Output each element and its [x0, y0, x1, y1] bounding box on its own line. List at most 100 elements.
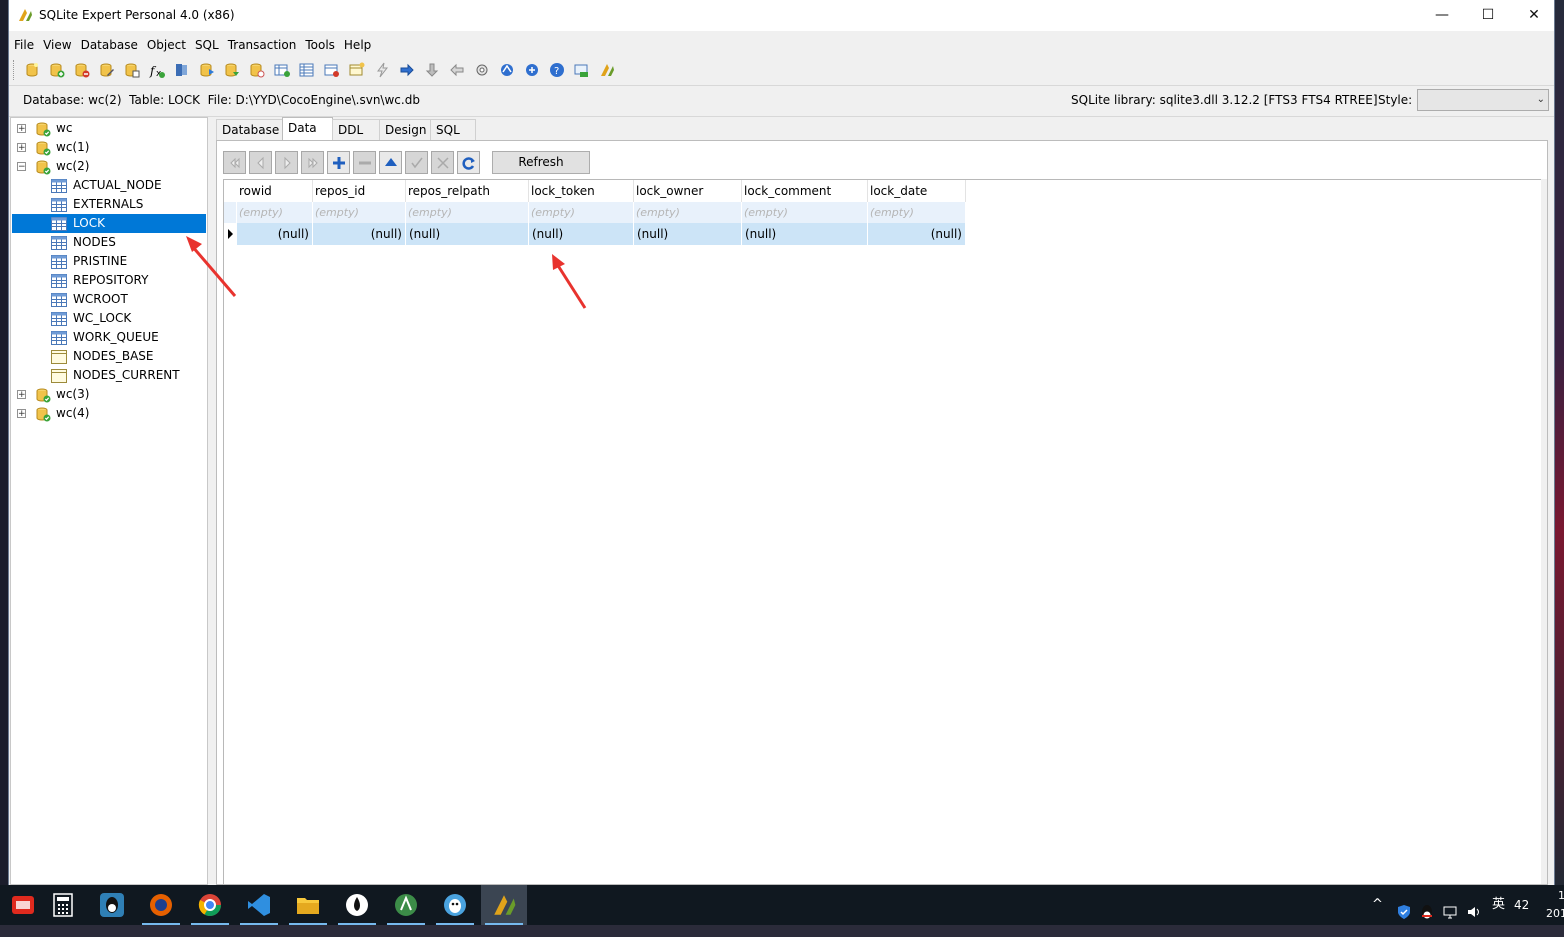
qq-tray-icon[interactable]	[1420, 897, 1434, 919]
menu-object[interactable]: Object	[143, 35, 190, 55]
sqlite-expert-icon[interactable]	[481, 885, 527, 925]
tree-table-wcroot[interactable]: WCROOT	[51, 290, 206, 309]
security-shield-icon[interactable]	[1396, 897, 1412, 919]
tree-table-wc-lock[interactable]: WC_LOCK	[51, 309, 206, 328]
tree-table-work-queue[interactable]: WORK_QUEUE	[51, 328, 206, 347]
settings-icon[interactable]	[473, 61, 491, 79]
column-header-lock-date[interactable]: lock_date	[868, 180, 966, 202]
menu-help[interactable]: Help	[340, 35, 375, 55]
new-table-icon[interactable]	[123, 61, 141, 79]
menu-database[interactable]: Database	[77, 35, 142, 55]
collapse-icon[interactable]: −	[17, 162, 26, 172]
import-icon[interactable]	[198, 61, 216, 79]
backup-icon[interactable]	[173, 61, 191, 79]
move-right-icon[interactable]	[398, 61, 416, 79]
new-index-icon[interactable]	[273, 61, 291, 79]
attach-database-icon[interactable]	[48, 61, 66, 79]
column-header-repos-relpath[interactable]: repos_relpath	[406, 180, 529, 202]
tree-table-lock[interactable]: LOCK	[12, 214, 206, 233]
refresh-button[interactable]: Refresh	[492, 151, 590, 174]
tree-view-nodes-base[interactable]: NODES_BASE	[51, 347, 206, 366]
new-view-icon[interactable]	[323, 61, 341, 79]
tree-view-nodes-current[interactable]: NODES_CURRENT	[51, 366, 206, 385]
weather-temp[interactable]: 42	[1514, 885, 1529, 925]
android-studio-icon[interactable]	[383, 885, 429, 925]
column-header-rowid[interactable]: rowid	[237, 180, 313, 202]
filter-cell[interactable]: (empty)	[237, 202, 313, 223]
firefox-icon[interactable]	[138, 885, 184, 925]
column-header-lock-owner[interactable]: lock_owner	[634, 180, 742, 202]
table-cell[interactable]: (null)	[313, 223, 406, 245]
table-cell[interactable]: (null)	[406, 223, 529, 245]
tree-table-nodes[interactable]: NODES	[51, 233, 206, 252]
calculator-icon[interactable]	[40, 885, 86, 925]
sql-icon[interactable]	[248, 61, 266, 79]
move-down-icon[interactable]	[423, 61, 441, 79]
first-record-icon[interactable]	[223, 151, 246, 174]
refresh-data-icon[interactable]	[457, 151, 480, 174]
filter-cell[interactable]: (empty)	[742, 202, 868, 223]
table-cell[interactable]: (null)	[868, 223, 966, 245]
new-database-icon[interactable]	[23, 61, 41, 79]
cancel-edit-icon[interactable]	[431, 151, 454, 174]
add-record-icon[interactable]	[327, 151, 350, 174]
help-icon[interactable]: ?	[548, 61, 566, 79]
connect-icon[interactable]	[523, 61, 541, 79]
expand-icon[interactable]: +	[17, 143, 26, 153]
post-edit-icon[interactable]	[405, 151, 428, 174]
menu-tools[interactable]: Tools	[301, 35, 339, 55]
lightning-icon[interactable]	[373, 61, 391, 79]
volume-icon[interactable]	[1466, 897, 1482, 917]
expand-icon[interactable]: +	[17, 390, 26, 400]
file-explorer-icon[interactable]	[285, 885, 331, 925]
tray-chevron-icon[interactable]: ^	[1372, 885, 1383, 925]
tools-icon[interactable]	[498, 61, 516, 79]
clock[interactable]: 1 201	[1546, 887, 1564, 923]
delete-record-icon[interactable]	[353, 151, 376, 174]
menu-view[interactable]: View	[39, 35, 75, 55]
new-trigger-icon[interactable]	[348, 61, 366, 79]
tab-database[interactable]: Database	[216, 119, 283, 140]
prior-record-icon[interactable]	[249, 151, 272, 174]
menu-file[interactable]: File	[10, 35, 38, 55]
last-record-icon[interactable]	[301, 151, 324, 174]
column-header-lock-token[interactable]: lock_token	[529, 180, 634, 202]
qq-icon[interactable]	[89, 885, 135, 925]
table-cell[interactable]: (null)	[237, 223, 313, 245]
filter-cell[interactable]: (empty)	[406, 202, 529, 223]
tree-table-pristine[interactable]: PRISTINE	[51, 252, 206, 271]
inkscape-icon[interactable]	[334, 885, 380, 925]
new-function-icon[interactable]: fx	[148, 61, 166, 79]
vacuum-icon[interactable]	[573, 61, 591, 79]
filter-cell[interactable]: (empty)	[529, 202, 634, 223]
menu-sql[interactable]: SQL	[191, 35, 223, 55]
chrome-icon[interactable]	[187, 885, 233, 925]
tree-table-actual-node[interactable]: ACTUAL_NODE	[51, 176, 206, 195]
tree-table-externals[interactable]: EXTERNALS	[51, 195, 206, 214]
minimize-button[interactable]: —	[1419, 0, 1465, 31]
tab-ddl[interactable]: DDL	[332, 119, 380, 140]
detach-database-icon[interactable]	[73, 61, 91, 79]
expand-icon[interactable]: +	[17, 409, 26, 419]
close-button[interactable]: ✕	[1511, 0, 1557, 31]
column-header-repos-id[interactable]: repos_id	[313, 180, 406, 202]
move-up-icon[interactable]	[379, 151, 402, 174]
qq-tim-icon[interactable]	[432, 885, 478, 925]
table-cell[interactable]: (null)	[742, 223, 868, 245]
table-design-icon[interactable]	[298, 61, 316, 79]
vertical-scrollbar[interactable]	[1541, 179, 1547, 884]
move-left-icon[interactable]	[448, 61, 466, 79]
ime-indicator[interactable]: 英	[1492, 885, 1505, 925]
about-icon[interactable]	[598, 61, 616, 79]
column-header-lock-comment[interactable]: lock_comment	[742, 180, 868, 202]
style-select[interactable]: ⌄	[1417, 89, 1549, 111]
filter-cell[interactable]: (empty)	[868, 202, 966, 223]
visual-studio-icon[interactable]	[236, 885, 282, 925]
table-cell[interactable]: (null)	[634, 223, 742, 245]
table-cell[interactable]: (null)	[529, 223, 634, 245]
expand-icon[interactable]: +	[17, 124, 26, 134]
tab-design[interactable]: Design	[379, 119, 431, 140]
network-icon[interactable]	[1443, 897, 1459, 919]
tree-table-repository[interactable]: REPOSITORY	[51, 271, 206, 290]
toolbar-grip[interactable]	[13, 60, 17, 80]
